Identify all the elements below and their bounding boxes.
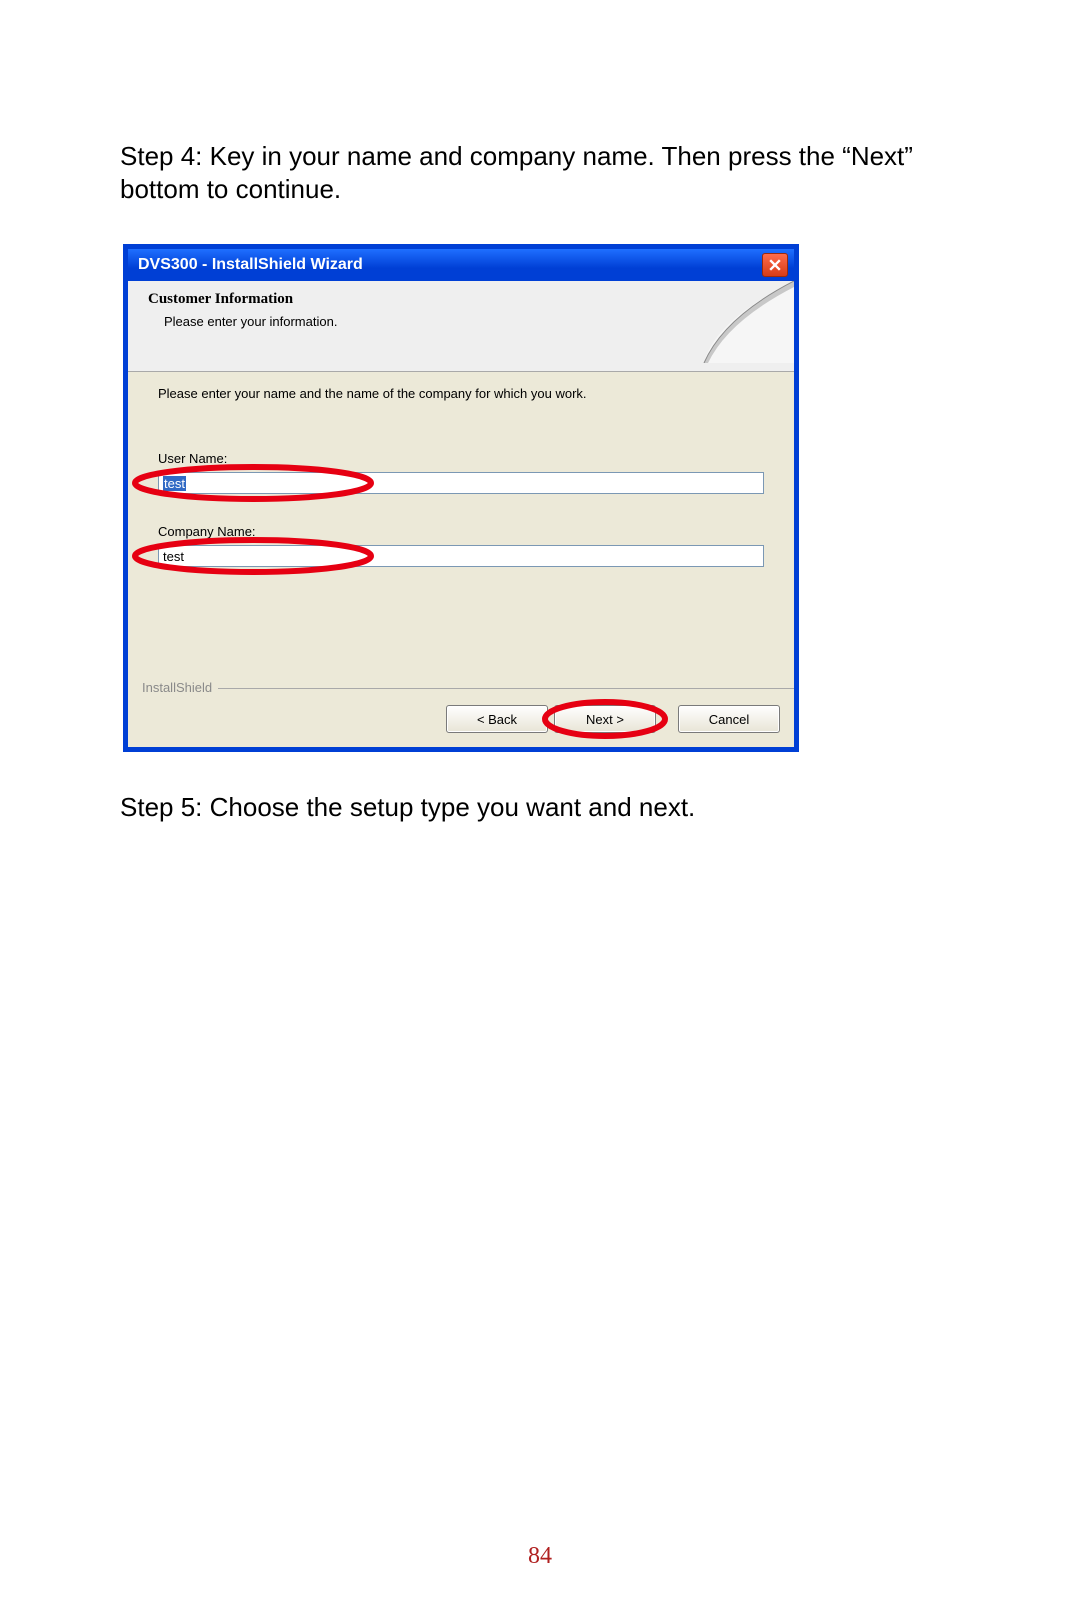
window-title: DVS300 - InstallShield Wizard <box>138 256 363 274</box>
body-instruction: Please enter your name and the name of t… <box>158 386 764 401</box>
user-name-block: User Name: test <box>158 451 764 494</box>
step4-instruction: Step 4: Key in your name and company nam… <box>120 140 970 205</box>
close-icon <box>769 259 781 271</box>
user-name-value: test <box>163 476 186 491</box>
step5-instruction: Step 5: Choose the setup type you want a… <box>120 791 970 824</box>
installshield-dialog: DVS300 - InstallShield Wizard Customer I… <box>124 245 798 751</box>
company-name-block: Company Name: test <box>158 524 764 567</box>
company-name-label: Company Name: <box>158 524 764 539</box>
company-name-input[interactable]: test <box>158 545 764 567</box>
user-name-input[interactable]: test <box>158 472 764 494</box>
dialog-header: Customer Information Please enter your i… <box>128 281 794 372</box>
cancel-button[interactable]: Cancel <box>678 705 780 733</box>
footer-brand: InstallShield <box>138 680 216 695</box>
dialog-body: Please enter your name and the name of t… <box>128 372 794 686</box>
document-page: Step 4: Key in your name and company nam… <box>0 0 1080 1618</box>
page-number: 84 <box>0 1543 1080 1570</box>
paper-curl-icon <box>644 281 794 363</box>
back-button[interactable]: < Back <box>446 705 548 733</box>
button-row: < Back Next > Cancel <box>128 697 794 747</box>
titlebar: DVS300 - InstallShield Wizard <box>128 249 794 281</box>
next-button[interactable]: Next > <box>554 705 656 733</box>
dialog-footer: InstallShield < Back Next > Cancel <box>128 696 794 747</box>
user-name-label: User Name: <box>158 451 764 466</box>
company-name-value: test <box>163 549 184 564</box>
close-button[interactable] <box>762 253 788 277</box>
